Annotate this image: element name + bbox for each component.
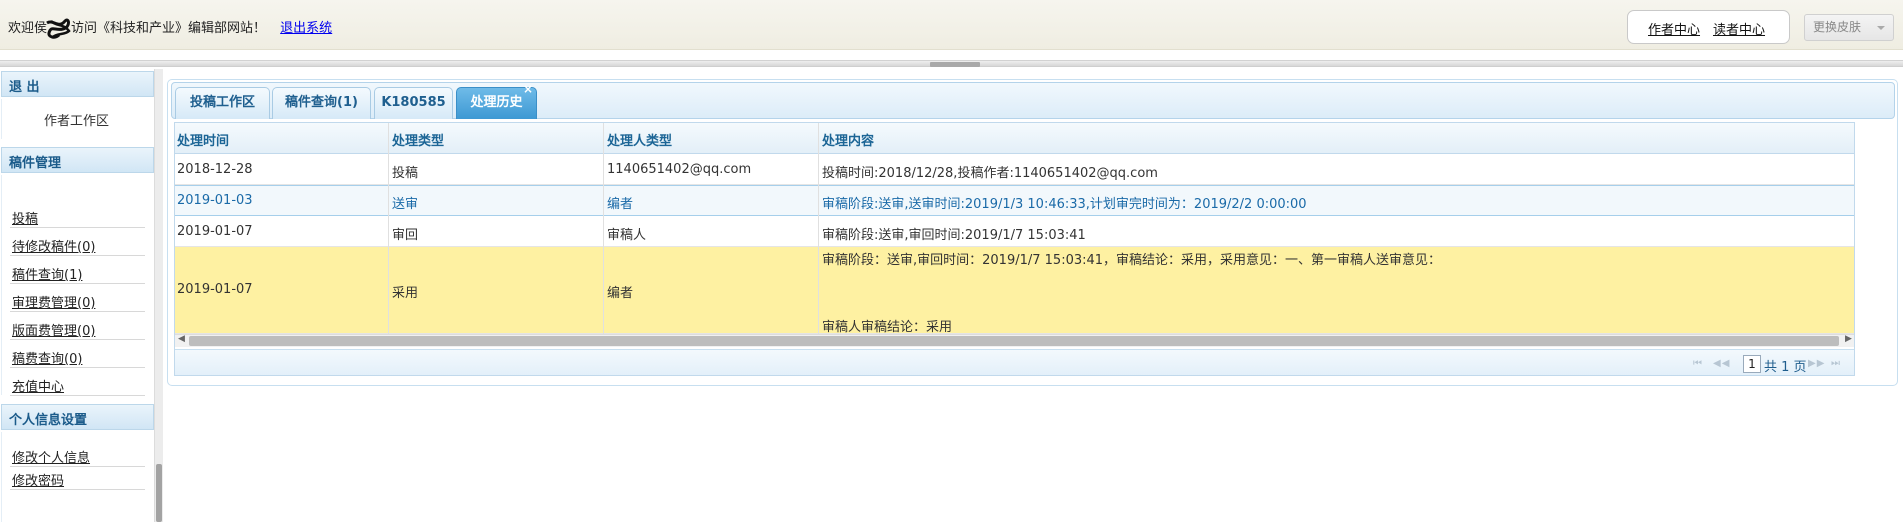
- cell-content: 审稿阶段:送审,审回时间:2019/1/7 15:03:41: [822, 228, 1086, 243]
- divider: [10, 395, 145, 396]
- sidebar-item-pending-revision[interactable]: 待修改稿件(0): [12, 236, 95, 255]
- left-sidebar: 退 出 作者工作区 稿件管理 投稿 待修改稿件(0) 稿件查询(1) 审理费管理…: [0, 69, 163, 522]
- close-icon[interactable]: ×: [523, 79, 533, 99]
- divider: [10, 489, 145, 490]
- horizontal-scrollbar-thumb[interactable]: [189, 336, 1839, 346]
- sidebar-item-page-fee[interactable]: 版面费管理(0): [12, 320, 95, 339]
- sidebar-manuscript-title: 稿件管理: [9, 156, 62, 171]
- tab-label: 处理历史: [470, 95, 523, 110]
- welcome-suffix: 访问《科技和产业》编辑部网站！: [71, 21, 267, 36]
- tab-manuscript-query[interactable]: 稿件查询(1): [272, 87, 371, 119]
- sidebar-item-manuscript-query[interactable]: 稿件查询(1): [12, 264, 82, 283]
- cell-type: 投稿: [392, 166, 419, 181]
- tab-label: 投稿工作区: [189, 95, 255, 110]
- cell-content-extra: 审稿人审稿结论：采用: [822, 320, 953, 335]
- tab-k180585[interactable]: K180585: [374, 87, 453, 119]
- logout-system-link[interactable]: 退出系统: [280, 21, 332, 36]
- column-header-content[interactable]: 处理内容: [822, 130, 874, 149]
- author-center-link[interactable]: 作者中心: [1648, 19, 1700, 38]
- next-page-icon[interactable]: ▶▶: [1808, 358, 1825, 369]
- cell-handler: 审稿人: [607, 228, 647, 243]
- divider: [10, 283, 145, 284]
- table-row-selected[interactable]: 2019-01-07 采用 编者 审稿阶段：送审,审回时间：2019/1/7 1…: [175, 247, 1854, 335]
- divider: [10, 339, 145, 340]
- tab-label: K180585: [381, 95, 446, 110]
- top-header: 欢迎侯 访问《科技和产业》编辑部网站！ 退出系统 作者中心 读者中心 更换皮肤: [0, 0, 1903, 50]
- divider: [10, 255, 145, 256]
- cell-type: 采用: [392, 286, 419, 301]
- cell-handler: 编者: [607, 197, 634, 212]
- cell-handler: 编者: [607, 286, 634, 301]
- redaction-scribble: [45, 18, 73, 39]
- column-divider: [818, 123, 819, 334]
- table-row[interactable]: 2019-01-03 送审 编者 审稿阶段:送审,送审时间:2019/1/3 1…: [175, 185, 1854, 216]
- column-divider: [603, 123, 604, 334]
- scroll-right-icon[interactable]: ▶: [1845, 334, 1852, 344]
- sidebar-logout-panel: 作者工作区: [1, 99, 154, 139]
- sidebar-scrollbar[interactable]: [154, 69, 163, 522]
- sidebar-item-edit-profile[interactable]: 修改个人信息: [12, 447, 90, 466]
- table-row[interactable]: 2018-12-28 投稿 1140651402@qq.com 投稿时间:201…: [175, 154, 1854, 185]
- center-links-box: 作者中心 读者中心: [1627, 10, 1790, 44]
- scroll-left-icon[interactable]: ◀: [178, 334, 185, 344]
- change-skin-label: 更换皮肤: [1813, 20, 1862, 34]
- tab-processing-history[interactable]: 处理历史 ×: [456, 82, 537, 119]
- sidebar-personal-header[interactable]: 个人信息设置: [1, 404, 154, 430]
- cell-time: 2019-01-07: [177, 282, 253, 297]
- horizontal-scrollbar[interactable]: ◀ ▶: [175, 334, 1854, 347]
- tab-bar: 投稿工作区 稿件查询(1) K180585 处理历史 ×: [171, 82, 1895, 119]
- sidebar-personal-title: 个人信息设置: [9, 413, 88, 428]
- divider: [10, 466, 145, 467]
- divider: [10, 311, 145, 312]
- sidebar-item-submit[interactable]: 投稿: [12, 208, 38, 227]
- pagination-bar: ⏮ ◀◀ 1 共 1 页 ▶▶ ⏭: [175, 349, 1854, 375]
- sidebar-manuscript-header[interactable]: 稿件管理: [1, 147, 154, 173]
- page-total-label: 共 1 页: [1764, 360, 1807, 375]
- column-header-handler[interactable]: 处理人类型: [607, 130, 672, 149]
- last-page-icon[interactable]: ⏭: [1831, 358, 1841, 369]
- cell-time: 2019-01-03: [177, 193, 253, 208]
- cell-time: 2018-12-28: [177, 162, 253, 177]
- divider: [10, 367, 145, 368]
- chevron-down-icon: [1877, 26, 1885, 30]
- sidebar-item-review-fee[interactable]: 审理费管理(0): [12, 292, 95, 311]
- divider: [10, 227, 145, 228]
- column-header-time[interactable]: 处理时间: [177, 130, 229, 149]
- cell-type: 审回: [392, 228, 419, 243]
- cell-content: 投稿时间:2018/12/28,投稿作者:1140651402@qq.com: [822, 166, 1158, 181]
- cell-content: 审稿阶段:送审,送审时间:2019/1/3 10:46:33,计划审完时间为：2…: [822, 197, 1307, 212]
- history-grid: 处理时间 处理类型 处理人类型 处理内容 2018-12-28 投稿 11406…: [174, 122, 1855, 376]
- prev-page-icon[interactable]: ◀◀: [1713, 358, 1730, 369]
- table-row[interactable]: 2019-01-07 审回 审稿人 审稿阶段:送审,审回时间:2019/1/7 …: [175, 216, 1854, 247]
- sidebar-item-recharge[interactable]: 充值中心: [12, 376, 64, 395]
- sidebar-personal-panel: 修改个人信息 修改密码: [1, 432, 154, 522]
- sidebar-logout-header[interactable]: 退 出: [1, 71, 154, 97]
- change-skin-select[interactable]: 更换皮肤: [1804, 14, 1894, 41]
- column-divider: [388, 123, 389, 334]
- sidebar-item-royalty-query[interactable]: 稿费查询(0): [12, 348, 82, 367]
- tab-submission-workspace[interactable]: 投稿工作区: [175, 87, 270, 119]
- sidebar-logout-title: 退 出: [9, 80, 40, 95]
- cell-time: 2019-01-07: [177, 224, 253, 239]
- cell-content: 审稿阶段：送审,审回时间：2019/1/7 15:03:41，审稿结论：采用，采…: [822, 253, 1442, 268]
- column-header-type[interactable]: 处理类型: [392, 130, 444, 149]
- author-workspace-label: 作者工作区: [44, 114, 110, 129]
- cell-handler: 1140651402@qq.com: [607, 162, 752, 177]
- cell-type: 送审: [392, 197, 419, 212]
- sidebar-scrollbar-thumb[interactable]: [156, 464, 162, 522]
- sidebar-item-change-password[interactable]: 修改密码: [12, 470, 64, 489]
- splitter-handle[interactable]: [930, 62, 980, 67]
- welcome-prefix: 欢迎侯: [8, 21, 48, 36]
- reader-center-link[interactable]: 读者中心: [1713, 19, 1765, 38]
- tab-label: 稿件查询(1): [285, 95, 358, 110]
- layout-splitter[interactable]: [0, 60, 1903, 67]
- first-page-icon[interactable]: ⏮: [1693, 358, 1703, 369]
- sidebar-manuscript-panel: 投稿 待修改稿件(0) 稿件查询(1) 审理费管理(0) 版面费管理(0) 稿费…: [1, 175, 154, 396]
- grid-header: 处理时间 处理类型 处理人类型 处理内容: [175, 123, 1854, 154]
- welcome-message: 欢迎侯 访问《科技和产业》编辑部网站！ 退出系统: [8, 17, 332, 39]
- page-number-input[interactable]: 1: [1743, 355, 1761, 373]
